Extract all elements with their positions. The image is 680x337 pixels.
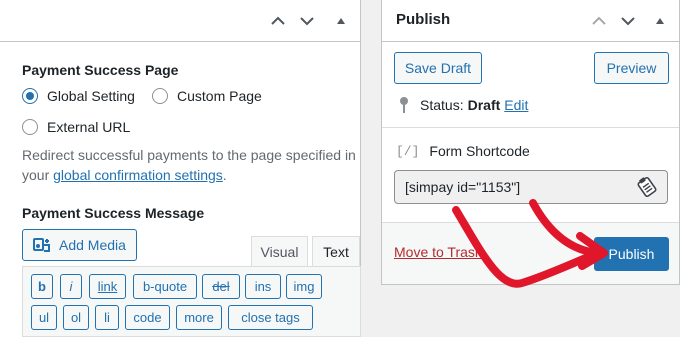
chevron-down-icon bbox=[621, 17, 635, 26]
radio-global-setting[interactable]: Global Setting bbox=[22, 88, 135, 104]
qt-code-button[interactable]: code bbox=[125, 305, 170, 330]
radio-label: Global Setting bbox=[47, 88, 135, 104]
status-label: Status: bbox=[420, 97, 464, 113]
tab-visual[interactable]: Visual bbox=[251, 236, 308, 266]
qt-ins-button[interactable]: ins bbox=[245, 274, 281, 299]
radio-label: External URL bbox=[47, 119, 131, 135]
global-confirmation-settings-link[interactable]: global confirmation settings bbox=[53, 167, 223, 183]
qt-img-button[interactable]: img bbox=[286, 274, 322, 299]
quicktags-toolbar: b i link b-quote del ins img ul ol li co… bbox=[22, 266, 361, 337]
move-to-trash-link[interactable]: Move to Trash bbox=[394, 244, 483, 260]
chevron-down-icon bbox=[300, 17, 314, 26]
pin-icon bbox=[400, 97, 408, 113]
qt-del-button[interactable]: del bbox=[202, 274, 240, 299]
radio-label: Custom Page bbox=[177, 88, 262, 104]
shortcode-icon: [/] bbox=[396, 143, 420, 159]
edit-status-link[interactable]: Edit bbox=[504, 97, 528, 113]
move-down-button[interactable] bbox=[618, 11, 638, 31]
toggle-panel-button[interactable] bbox=[650, 11, 670, 31]
payment-success-page-title: Payment Success Page bbox=[22, 62, 179, 78]
help-text-part: . bbox=[222, 167, 227, 183]
add-media-icon bbox=[33, 238, 50, 252]
radio-external-url[interactable]: External URL bbox=[22, 119, 130, 135]
qt-close-tags-button[interactable]: close tags bbox=[228, 305, 313, 330]
post-status: Status: Draft Edit bbox=[398, 96, 528, 114]
shortcode-field[interactable]: [simpay id="1153"] bbox=[394, 170, 668, 204]
preview-button[interactable]: Preview bbox=[594, 52, 669, 84]
payment-settings-panel: Payment Success Page Global Setting Cust… bbox=[0, 0, 361, 337]
radio-button[interactable] bbox=[22, 119, 38, 135]
publish-panel-header: Publish bbox=[382, 0, 679, 42]
qt-link-button[interactable]: link bbox=[89, 274, 126, 299]
redirect-help-text: Redirect successful payments to the page… bbox=[22, 145, 362, 185]
add-media-button[interactable]: Add Media bbox=[22, 229, 137, 261]
qt-italic-button[interactable]: i bbox=[60, 274, 82, 299]
divider bbox=[382, 127, 679, 128]
chevron-up-icon bbox=[592, 16, 606, 25]
triangle-up-icon bbox=[337, 18, 345, 24]
save-draft-button[interactable]: Save Draft bbox=[394, 52, 482, 84]
toggle-panel-button[interactable] bbox=[331, 11, 351, 31]
qt-ol-button[interactable]: ol bbox=[63, 305, 89, 330]
publish-actions: Move to Trash Publish bbox=[382, 222, 679, 284]
qt-ul-button[interactable]: ul bbox=[31, 305, 57, 330]
add-media-label: Add Media bbox=[59, 237, 126, 253]
triangle-up-icon bbox=[656, 18, 664, 24]
shortcode-label-text: Form Shortcode bbox=[429, 143, 530, 159]
status-value: Draft bbox=[467, 97, 501, 113]
move-up-button[interactable] bbox=[268, 11, 288, 31]
panel-header bbox=[0, 0, 360, 42]
payment-success-message-title: Payment Success Message bbox=[22, 205, 205, 221]
publish-panel: Publish Save Draft Preview Status: Draft… bbox=[381, 0, 680, 285]
qt-bquote-button[interactable]: b-quote bbox=[133, 274, 197, 299]
publish-panel-title: Publish bbox=[396, 11, 451, 28]
radio-button[interactable] bbox=[22, 88, 38, 104]
radio-custom-page[interactable]: Custom Page bbox=[152, 88, 262, 104]
tab-text[interactable]: Text bbox=[312, 236, 360, 266]
qt-more-button[interactable]: more bbox=[176, 305, 222, 330]
form-shortcode-label: [/] Form Shortcode bbox=[396, 143, 530, 159]
shortcode-value: [simpay id="1153"] bbox=[405, 179, 521, 195]
move-up-button[interactable] bbox=[589, 11, 609, 31]
move-down-button[interactable] bbox=[297, 11, 317, 31]
radio-button[interactable] bbox=[152, 88, 168, 104]
qt-li-button[interactable]: li bbox=[95, 305, 119, 330]
publish-button[interactable]: Publish bbox=[594, 237, 669, 271]
qt-bold-button[interactable]: b bbox=[31, 274, 53, 299]
clipboard-icon[interactable] bbox=[637, 176, 657, 198]
chevron-up-icon bbox=[271, 16, 285, 25]
